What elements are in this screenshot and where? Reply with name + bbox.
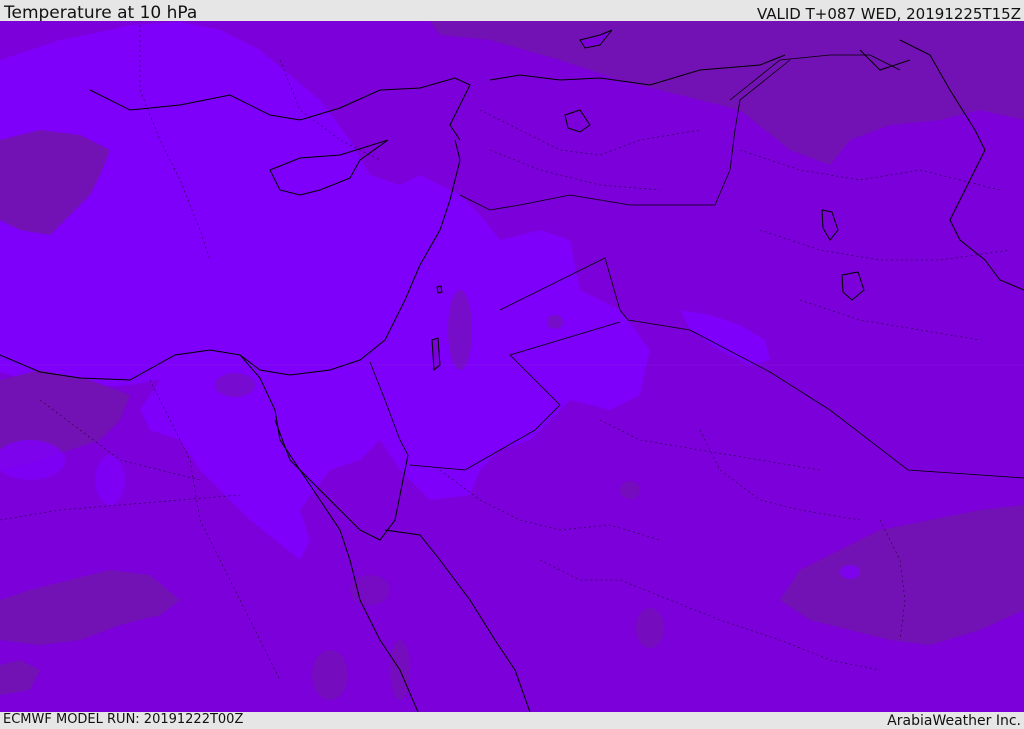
footer-bar: ECMWF MODEL RUN: 20191222T00Z ArabiaWeat… xyxy=(0,712,1024,729)
weather-map xyxy=(0,21,1024,712)
sea-of-galilee xyxy=(436,285,443,294)
temperature-patch xyxy=(95,455,125,505)
temperature-patch xyxy=(312,650,348,700)
temperature-patch xyxy=(620,481,640,499)
map-title: Temperature at 10 hPa xyxy=(4,3,198,23)
temperature-patch xyxy=(547,315,563,329)
model-run-label: ECMWF MODEL RUN: 20191222T00Z xyxy=(3,712,244,727)
temperature-patch xyxy=(636,608,664,648)
temperature-patch xyxy=(215,373,255,397)
temperature-patch xyxy=(350,575,390,605)
temperature-patch xyxy=(840,565,860,579)
credit-label: ArabiaWeather Inc. xyxy=(887,713,1021,729)
header-bar: Temperature at 10 hPa VALID T+087 WED, 2… xyxy=(0,0,1024,23)
temperature-patch xyxy=(448,290,472,370)
